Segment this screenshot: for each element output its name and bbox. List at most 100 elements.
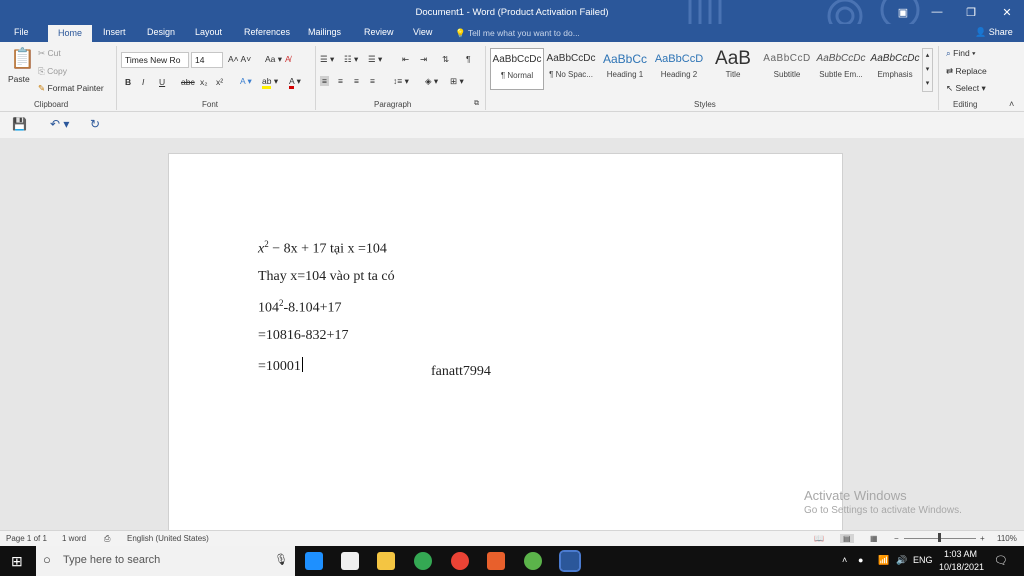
style-emphasis[interactable]: AaBbCcDc Emphasis xyxy=(868,48,922,90)
tray-app-icon[interactable]: ● xyxy=(858,555,863,565)
clock-time[interactable]: 1:03 AM xyxy=(944,549,977,559)
clipboard-group-label: Clipboard xyxy=(34,100,69,109)
font-color-icon[interactable]: A ▾ xyxy=(289,76,301,89)
find-button[interactable]: ⌕ Find ▾ xyxy=(946,48,976,59)
page-count[interactable]: Page 1 of 1 xyxy=(6,534,47,543)
restore-button[interactable]: ❐ xyxy=(954,0,988,24)
highlight-icon[interactable]: ab ▾ xyxy=(262,76,278,89)
word-icon[interactable] xyxy=(559,550,581,572)
styles-scroll[interactable]: ▴ ▾ ▾ xyxy=(922,48,933,92)
style-no-spacing[interactable]: AaBbCcDc ¶ No Spac... xyxy=(544,48,598,90)
zoom-slider-thumb[interactable] xyxy=(938,533,941,542)
app-icon-green[interactable] xyxy=(524,552,542,570)
language-status[interactable]: English (United States) xyxy=(127,534,209,543)
tab-layout[interactable]: Layout xyxy=(195,27,222,42)
ribbon-display-icon[interactable]: ▣ xyxy=(886,0,920,24)
tab-design[interactable]: Design xyxy=(147,27,175,42)
style-preview: AaBbCcDc xyxy=(492,54,542,65)
tab-insert[interactable]: Insert xyxy=(103,27,126,42)
select-button[interactable]: ↖ Select ▾ xyxy=(946,83,986,94)
style-normal[interactable]: AaBbCcDc ¶ Normal xyxy=(490,48,544,90)
windows-start-icon[interactable]: ⊞ xyxy=(11,553,23,570)
justify-icon[interactable]: ≡ xyxy=(370,76,375,86)
strikethrough-button[interactable]: abc xyxy=(181,77,195,87)
cut-button[interactable]: ✂ Cut xyxy=(38,48,61,59)
font-name-box[interactable]: Times New Ro xyxy=(121,52,189,68)
document-page[interactable]: x2 − 8x + 17 tại x =104 Thay x=104 vào p… xyxy=(168,153,843,530)
style-subtitle[interactable]: AaBbCcD Subtitle xyxy=(760,48,814,90)
zoom-out-icon[interactable]: − xyxy=(894,534,899,543)
read-mode-icon[interactable]: 📖 xyxy=(814,534,824,543)
undo-icon[interactable]: ↶ ▾ xyxy=(50,117,69,131)
replace-button[interactable]: ⇄ Replace xyxy=(946,66,987,77)
superscript-button[interactable]: x² xyxy=(216,77,223,87)
style-heading-1[interactable]: AaBbCc Heading 1 xyxy=(598,48,652,90)
web-layout-icon[interactable]: ▦ xyxy=(870,534,878,543)
collapse-ribbon-icon[interactable]: ˄ xyxy=(1009,99,1014,109)
tab-references[interactable]: References xyxy=(244,27,290,42)
paste-label[interactable]: Paste xyxy=(8,74,30,84)
volume-icon[interactable]: 🔊 xyxy=(896,555,907,566)
edge-icon[interactable] xyxy=(305,552,323,570)
bullets-icon[interactable]: ☰ ▾ xyxy=(320,54,334,65)
chrome-icon[interactable] xyxy=(414,552,432,570)
sort-icon[interactable]: ⇅ xyxy=(442,54,449,65)
tab-file[interactable]: File xyxy=(14,27,29,42)
bold-button[interactable]: B xyxy=(125,77,131,87)
redo-icon[interactable]: ↻ xyxy=(90,117,100,131)
show-marks-icon[interactable]: ¶ xyxy=(466,54,471,64)
align-left-icon[interactable]: ≡ xyxy=(320,76,329,86)
format-painter-button[interactable]: ✎ Format Painter xyxy=(38,83,104,94)
tab-mailings[interactable]: Mailings xyxy=(308,27,341,42)
paste-icon[interactable]: 📋 xyxy=(10,46,35,71)
align-center-icon[interactable]: ≡ xyxy=(338,76,343,86)
proofing-icon[interactable]: ⎙ xyxy=(104,534,110,544)
microphone-icon[interactable]: 🎙 xyxy=(274,553,288,566)
shading-icon[interactable]: ◈ ▾ xyxy=(425,76,438,87)
clear-format-icon[interactable]: A̸ xyxy=(285,54,291,64)
print-layout-icon[interactable]: ▤ xyxy=(840,534,854,543)
font-size-box[interactable]: 14 xyxy=(191,52,223,68)
format-painter-label: Format Painter xyxy=(47,83,104,93)
grow-font-icon[interactable]: A˄ A˅ xyxy=(228,54,251,64)
style-heading-2[interactable]: AaBbCcD Heading 2 xyxy=(652,48,706,90)
line-spacing-icon[interactable]: ↕≡ ▾ xyxy=(393,76,409,87)
increase-indent-icon[interactable]: ⇥ xyxy=(420,54,427,65)
change-case-button[interactable]: Aa ▾ xyxy=(265,54,282,65)
multilevel-list-icon[interactable]: ☰ ▾ xyxy=(368,54,382,65)
save-icon[interactable]: 💾 xyxy=(12,117,27,131)
dialog-launcher-icon[interactable]: ⧉ xyxy=(474,100,479,108)
store-icon[interactable] xyxy=(341,552,359,570)
subscript-button[interactable]: x₂ xyxy=(200,77,208,87)
word-count[interactable]: 1 word xyxy=(62,534,86,543)
style-title[interactable]: AaB Title xyxy=(706,48,760,90)
notification-icon[interactable]: 🗨 xyxy=(994,554,1008,567)
zoom-in-icon[interactable]: + xyxy=(980,534,985,543)
tab-home[interactable]: Home xyxy=(48,25,93,42)
decrease-indent-icon[interactable]: ⇤ xyxy=(402,54,409,65)
copy-button[interactable]: ⎘ Copy xyxy=(38,66,67,77)
language-indicator[interactable]: ENG xyxy=(913,555,933,565)
close-button[interactable]: ✕ xyxy=(990,0,1024,24)
underline-button[interactable]: U xyxy=(159,77,165,87)
style-name: ¶ Normal xyxy=(500,71,534,80)
tray-chevron-icon[interactable]: ˄ xyxy=(842,555,847,565)
tab-review[interactable]: Review xyxy=(364,27,394,42)
borders-icon[interactable]: ⊞ ▾ xyxy=(450,76,464,87)
app-icon[interactable] xyxy=(487,552,505,570)
numbering-icon[interactable]: ☷ ▾ xyxy=(344,54,358,65)
zoom-level[interactable]: 110% xyxy=(997,534,1017,543)
align-right-icon[interactable]: ≡ xyxy=(354,76,359,86)
clock-date[interactable]: 10/18/2021 xyxy=(939,562,984,572)
tab-view[interactable]: View xyxy=(413,27,432,42)
share-button[interactable]: 👤 Share xyxy=(975,27,1013,38)
taskbar-search[interactable]: ○ Type here to search 🎙 xyxy=(36,546,295,576)
file-explorer-icon[interactable] xyxy=(377,552,395,570)
tell-me-box[interactable]: 💡 Tell me what you want to do... xyxy=(455,28,580,39)
network-icon[interactable]: 📶 xyxy=(878,555,889,566)
italic-button[interactable]: I xyxy=(142,77,144,87)
minimize-button[interactable]: — xyxy=(920,0,954,24)
style-subtle-emphasis[interactable]: AaBbCcDc Subtle Em... xyxy=(814,48,868,90)
text-effects-icon[interactable]: A ▾ xyxy=(240,76,252,87)
chrome-profile-icon[interactable] xyxy=(451,552,469,570)
